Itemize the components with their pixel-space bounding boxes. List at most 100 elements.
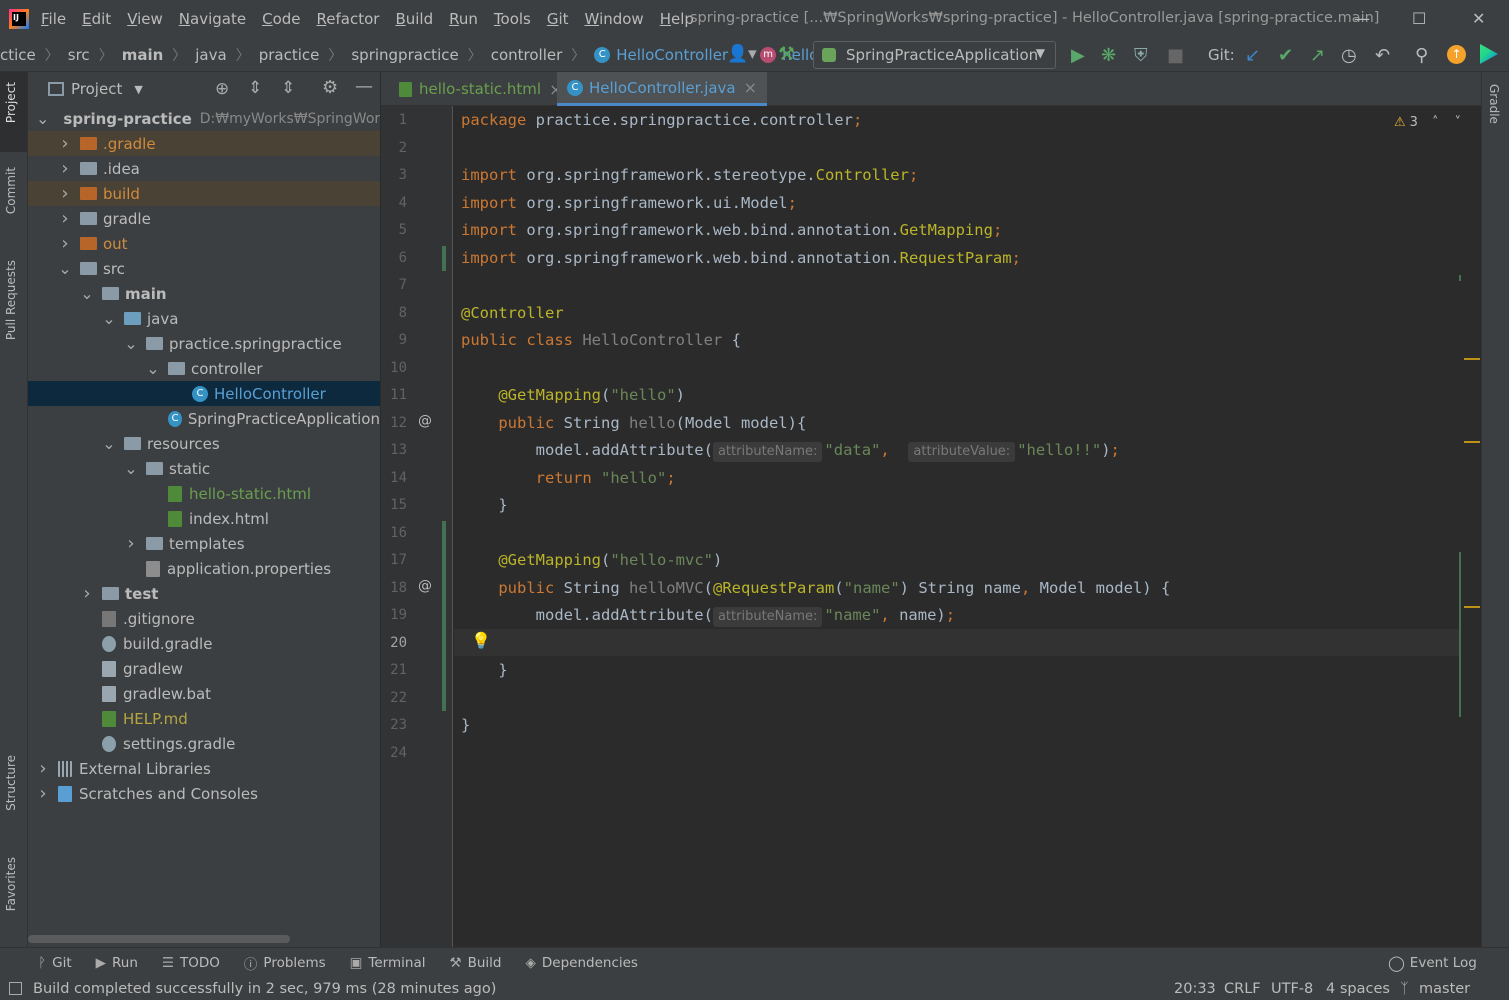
chevron-down-icon[interactable]: ⌄ xyxy=(58,260,72,276)
indent-setting[interactable]: 4 spaces xyxy=(1326,981,1390,997)
update-icon[interactable]: ↑ xyxy=(1447,45,1466,64)
breadcrumb-item[interactable]: C HelloController xyxy=(594,46,728,64)
status-message[interactable]: Build completed successfully in 2 sec, 9… xyxy=(33,981,496,997)
tree-item[interactable]: gradlew.bat xyxy=(28,681,380,706)
chevron-right-icon[interactable]: › xyxy=(58,183,72,204)
tree-item[interactable]: ⌄ java xyxy=(28,306,380,331)
menu-view[interactable]: View xyxy=(127,10,163,28)
chevron-down-icon[interactable]: ⌄ xyxy=(102,435,116,451)
menu-window[interactable]: Window xyxy=(585,10,644,28)
tree-item[interactable]: › External Libraries xyxy=(28,756,380,781)
chevron-right-icon[interactable]: › xyxy=(36,783,50,804)
chevron-down-icon[interactable]: ▼ xyxy=(134,83,142,96)
tool-tab-pull-requests[interactable]: Pull Requests xyxy=(4,260,18,340)
lightbulb-icon[interactable]: 💡 xyxy=(471,631,491,650)
chevron-right-icon[interactable]: › xyxy=(58,233,72,254)
tool-window-run[interactable]: ▶ Run xyxy=(96,955,138,971)
tool-window-problems[interactable]: ⓘ Problems xyxy=(244,953,326,973)
tool-tab-commit[interactable]: Commit xyxy=(4,167,18,214)
event-log-button[interactable]: ◯ Event Log xyxy=(1388,954,1477,972)
override-icon[interactable]: @ xyxy=(418,413,432,429)
tool-window-todo[interactable]: ☰ TODO xyxy=(162,955,220,971)
chevron-right-icon[interactable]: › xyxy=(36,758,50,779)
hide-panel-icon[interactable]: — xyxy=(355,76,373,97)
breadcrumb-item[interactable]: practice xyxy=(259,46,320,64)
expand-all-icon[interactable]: ⇕ xyxy=(248,78,262,98)
project-panel-title[interactable]: Project xyxy=(71,80,122,98)
tree-item[interactable]: › out xyxy=(28,231,380,256)
tool-window-git[interactable]: ᚹ Git xyxy=(38,955,72,971)
history-icon[interactable]: ◷ xyxy=(1341,45,1357,66)
menu-edit[interactable]: Edit xyxy=(82,10,111,28)
tree-item[interactable]: application.properties xyxy=(28,556,380,581)
tree-item[interactable]: ⌄ resources xyxy=(28,431,380,456)
close-tab-icon[interactable]: × xyxy=(744,78,757,97)
minimize-icon[interactable]: — xyxy=(1354,9,1370,28)
inspection-widget[interactable]: ⚠ 3 ˄ ˅ xyxy=(1394,115,1461,130)
chevron-right-icon[interactable]: › xyxy=(124,533,138,554)
code-editor[interactable]: package practice.springpractice.controll… xyxy=(454,106,1481,947)
build-hammer-icon[interactable]: ⚒ xyxy=(778,43,795,65)
chevron-down-icon[interactable]: ˅ xyxy=(1454,115,1461,130)
run-configuration-select[interactable]: SpringPracticeApplication ▼ xyxy=(813,41,1056,69)
run-icon[interactable]: ▶ xyxy=(1071,45,1085,66)
tree-item[interactable]: › .gradle xyxy=(28,131,380,156)
rollback-icon[interactable]: ↶ xyxy=(1375,45,1390,66)
panel-toggle-icon[interactable] xyxy=(9,982,22,995)
tree-item[interactable]: › test xyxy=(28,581,380,606)
breadcrumb-item[interactable]: controller xyxy=(491,46,563,64)
breadcrumb-item[interactable]: main xyxy=(122,46,164,64)
git-branch[interactable]: master xyxy=(1419,981,1470,997)
tree-scrollbar[interactable] xyxy=(28,935,290,943)
chevron-right-icon[interactable]: › xyxy=(80,583,94,604)
tool-tab-favorites[interactable]: Favorites xyxy=(4,857,18,911)
breadcrumb-item[interactable]: java xyxy=(195,46,226,64)
chevron-down-icon[interactable]: ⌄ xyxy=(146,360,160,376)
menu-tools[interactable]: Tools xyxy=(494,10,531,28)
tool-window-terminal[interactable]: ▣ Terminal xyxy=(350,955,426,971)
menu-code[interactable]: Code xyxy=(262,10,300,28)
collapse-all-icon[interactable]: ⇕ xyxy=(281,78,295,98)
chevron-down-icon[interactable]: ⌄ xyxy=(102,310,116,326)
tree-item[interactable]: index.html xyxy=(28,506,380,531)
git-commit-icon[interactable]: ✔ xyxy=(1278,45,1293,66)
tree-item[interactable]: C HelloController xyxy=(28,381,380,406)
chevron-right-icon[interactable]: › xyxy=(58,208,72,229)
locate-icon[interactable]: ⊕ xyxy=(215,79,229,99)
chevron-down-icon[interactable]: ⌄ xyxy=(80,285,94,301)
menu-help[interactable]: Help xyxy=(660,10,694,28)
tree-item[interactable]: ⌄ static xyxy=(28,456,380,481)
file-encoding[interactable]: UTF-8 xyxy=(1271,981,1313,997)
git-update-icon[interactable]: ↙ xyxy=(1245,45,1260,66)
search-icon[interactable]: ⚲ xyxy=(1415,45,1428,66)
editor-tab[interactable]: C HelloController.java × xyxy=(557,72,768,106)
tree-item[interactable]: C SpringPracticeApplication xyxy=(28,406,380,431)
tree-item[interactable]: › .idea xyxy=(28,156,380,181)
tool-tab-project[interactable]: Project xyxy=(4,82,18,123)
warning-marker[interactable] xyxy=(1464,358,1480,360)
git-push-icon[interactable]: ↗ xyxy=(1310,45,1325,66)
tree-item[interactable]: ⌄ spring-practice D:₩myWorks₩SpringWorks xyxy=(28,106,380,131)
menu-git[interactable]: Git xyxy=(547,10,569,28)
tool-tab-gradle[interactable]: Gradle xyxy=(1487,84,1501,124)
tool-window-build[interactable]: ⚒ Build xyxy=(449,955,501,971)
coverage-icon[interactable]: ⛨ xyxy=(1134,45,1148,66)
gear-icon[interactable]: ⚙ xyxy=(322,77,338,98)
stop-icon[interactable]: ■ xyxy=(1167,45,1184,66)
tool-window-dependencies[interactable]: ◈ Dependencies xyxy=(525,955,637,971)
tree-item[interactable]: HELP.md xyxy=(28,706,380,731)
line-separator[interactable]: CRLF xyxy=(1224,981,1261,997)
tree-item[interactable]: build.gradle xyxy=(28,631,380,656)
tree-item[interactable]: ⌄ src xyxy=(28,256,380,281)
maximize-icon[interactable]: ☐ xyxy=(1412,9,1426,28)
override-icon[interactable]: @ xyxy=(418,578,432,594)
tree-item[interactable]: .gitignore xyxy=(28,606,380,631)
breadcrumb-item[interactable]: ctice xyxy=(0,46,36,64)
warning-marker[interactable] xyxy=(1464,441,1480,443)
tree-item[interactable]: › templates xyxy=(28,531,380,556)
tree-item[interactable]: gradlew xyxy=(28,656,380,681)
tree-item[interactable]: ⌄ main xyxy=(28,281,380,306)
menu-run[interactable]: Run xyxy=(449,10,478,28)
tree-item[interactable]: ⌄ controller xyxy=(28,356,380,381)
tree-item[interactable]: hello-static.html xyxy=(28,481,380,506)
